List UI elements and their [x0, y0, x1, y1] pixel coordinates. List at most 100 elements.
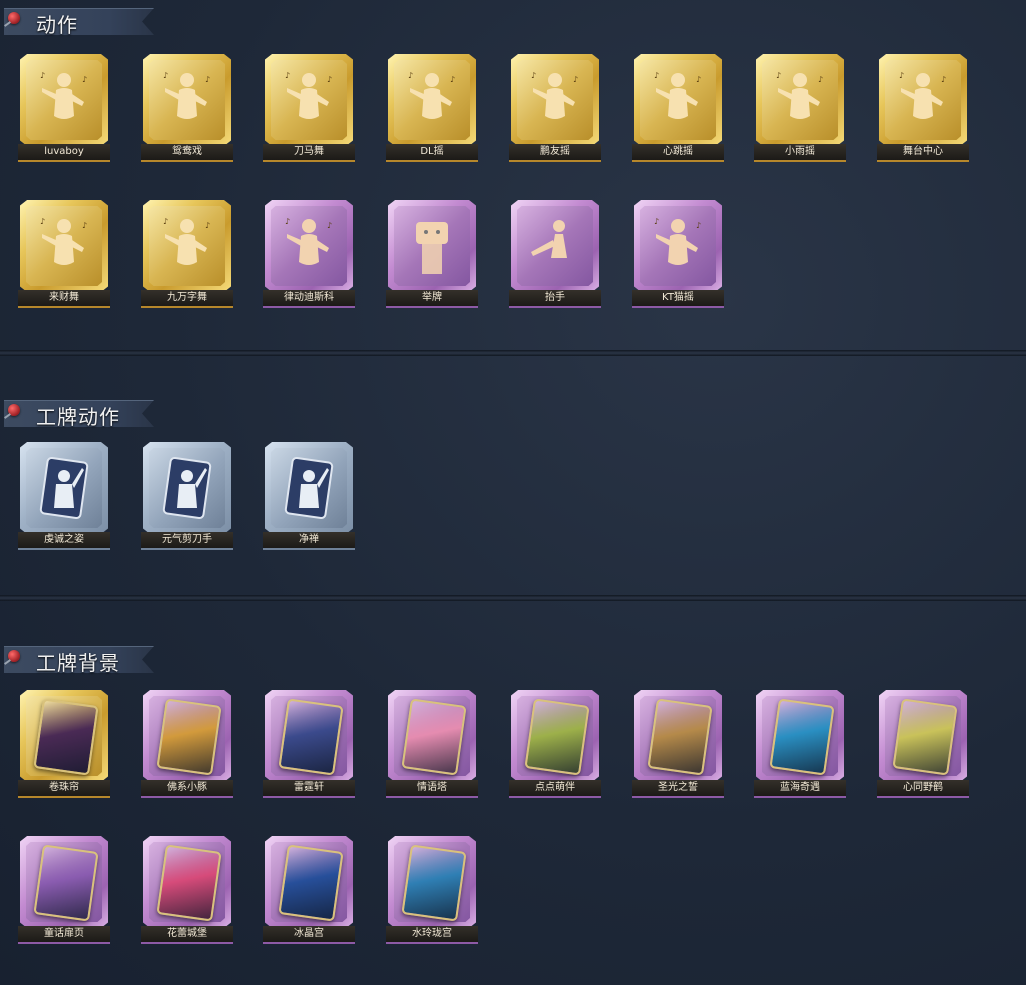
item-label: 心同野鹤 [903, 782, 943, 793]
badge-background-icon [156, 844, 222, 922]
badge-background-icon [278, 844, 344, 922]
item-label: luvaboy [44, 146, 84, 157]
badge-background-icon [524, 698, 590, 776]
dance-pose-icon: ♪ ♪ [648, 212, 708, 280]
item-label: 九万字舞 [167, 292, 207, 303]
section-divider [0, 595, 1026, 601]
sign-holding-icon [402, 212, 462, 280]
badge-background-icon [892, 698, 958, 776]
item-card[interactable]: 冰晶宫 [263, 834, 355, 944]
dance-pose-icon: ♪ ♪ [157, 66, 217, 134]
item-label: 心跳摇 [663, 146, 693, 157]
item-card[interactable]: ♪ ♪ 来财舞 [18, 198, 110, 308]
dance-pose-icon: ♪ ♪ [648, 66, 708, 134]
item-card[interactable]: 虔诚之姿 [18, 440, 110, 550]
badge-pose-icon [34, 454, 94, 522]
item-label: 雷霆轩 [294, 782, 324, 793]
dance-pose-icon: ♪ ♪ [34, 66, 94, 134]
item-card[interactable]: 雷霆轩 [263, 688, 355, 798]
item-card[interactable]: ♪ ♪ 九万字舞 [141, 198, 233, 308]
item-card[interactable]: 佛系小豚 [141, 688, 233, 798]
item-card[interactable]: 元气剪刀手 [141, 440, 233, 550]
raise-hand-icon [525, 212, 585, 280]
item-card[interactable]: ♪ ♪ 鸳鸯戏 [141, 52, 233, 162]
section-badge-actions: 工牌动作 虔诚之姿 元气剪刀手 净禅 [0, 392, 1026, 602]
svg-text:♪: ♪ [205, 221, 210, 230]
item-label: 卷珠帘 [49, 782, 79, 793]
item-label: 抬手 [545, 292, 565, 303]
item-card[interactable]: ♪ ♪ 刀马舞 [263, 52, 355, 162]
item-label: 圣光之誓 [658, 782, 698, 793]
item-card[interactable]: 抬手 [509, 198, 601, 308]
svg-text:♪: ♪ [205, 75, 210, 84]
svg-text:♪: ♪ [654, 71, 659, 80]
item-card[interactable]: 净禅 [263, 440, 355, 550]
badge-background-icon [769, 698, 835, 776]
item-label: 鸳鸯戏 [172, 146, 202, 157]
item-card[interactable]: ♪ ♪ 小雨摇 [754, 52, 846, 162]
svg-text:♪: ♪ [573, 75, 578, 84]
svg-text:♪: ♪ [776, 71, 781, 80]
item-label: 刀马舞 [294, 146, 324, 157]
badge-background-icon [401, 844, 467, 922]
item-card[interactable]: 心同野鹤 [877, 688, 969, 798]
section-badge-backgrounds: 工牌背景 卷珠帘 佛系小豚 雷霆轩 情语塔 点点萌伴 圣光之誓 蓝海奇遇 心同野鹤童话扉页 花蕾… [0, 638, 1026, 985]
dance-pose-icon: ♪ ♪ [157, 212, 217, 280]
item-label: 童话扉页 [44, 928, 84, 939]
svg-text:♪: ♪ [941, 75, 946, 84]
item-card[interactable]: ♪ ♪ luvaboy [18, 52, 110, 162]
item-card[interactable]: 举牌 [386, 198, 478, 308]
badge-background-icon [647, 698, 713, 776]
badge-background-icon [401, 698, 467, 776]
item-label: 佛系小豚 [167, 782, 207, 793]
svg-text:♪: ♪ [818, 75, 823, 84]
svg-text:♪: ♪ [163, 71, 168, 80]
item-card[interactable]: 卷珠帘 [18, 688, 110, 798]
item-card[interactable]: 蓝海奇遇 [754, 688, 846, 798]
section-title: 工牌动作 [36, 405, 120, 429]
svg-text:♪: ♪ [531, 71, 536, 80]
badge-background-icon [33, 698, 99, 776]
item-card[interactable]: ♪ ♪ DL摇 [386, 52, 478, 162]
dance-pose-icon: ♪ ♪ [893, 66, 953, 134]
section-title: 工牌背景 [36, 651, 120, 675]
svg-text:♪: ♪ [285, 71, 290, 80]
dance-pose-icon: ♪ ♪ [402, 66, 462, 134]
item-card[interactable]: 圣光之誓 [632, 688, 724, 798]
item-label: 蓝海奇遇 [780, 782, 820, 793]
header-ribbon [4, 8, 154, 35]
item-label: KT猫摇 [662, 292, 694, 303]
item-card[interactable]: ♪ ♪ KT猫摇 [632, 198, 724, 308]
svg-text:♪: ♪ [327, 75, 332, 84]
item-label: 水玲珑宫 [412, 928, 452, 939]
dance-pose-icon: ♪ ♪ [525, 66, 585, 134]
item-card[interactable]: ♪ ♪ 心跳摇 [632, 52, 724, 162]
item-label: DL摇 [420, 146, 444, 157]
item-label: 小雨摇 [785, 146, 815, 157]
item-card[interactable]: 情语塔 [386, 688, 478, 798]
svg-text:♪: ♪ [408, 71, 413, 80]
item-label: 净禅 [299, 534, 319, 545]
item-label: 元气剪刀手 [162, 534, 212, 545]
item-card[interactable]: 点点萌伴 [509, 688, 601, 798]
badge-pose-icon [157, 454, 217, 522]
svg-text:♪: ♪ [285, 217, 290, 226]
item-card[interactable]: 花蕾城堡 [141, 834, 233, 944]
svg-text:♪: ♪ [40, 71, 45, 80]
svg-text:♪: ♪ [654, 217, 659, 226]
section-title: 动作 [36, 13, 78, 37]
dance-pose-icon: ♪ ♪ [770, 66, 830, 134]
section-header: 工牌动作 [4, 398, 154, 429]
section-divider [0, 350, 1026, 356]
svg-text:♪: ♪ [40, 217, 45, 226]
item-label: 鹏友摇 [540, 146, 570, 157]
item-card[interactable]: ♪ ♪ 律动迪斯科 [263, 198, 355, 308]
item-label: 来财舞 [49, 292, 79, 303]
item-card[interactable]: ♪ ♪ 鹏友摇 [509, 52, 601, 162]
item-card[interactable]: ♪ ♪ 舞台中心 [877, 52, 969, 162]
section-header: 动作 [4, 6, 154, 37]
badge-background-icon [33, 844, 99, 922]
item-card[interactable]: 童话扉页 [18, 834, 110, 944]
item-card[interactable]: 水玲珑宫 [386, 834, 478, 944]
item-label: 舞台中心 [903, 146, 943, 157]
